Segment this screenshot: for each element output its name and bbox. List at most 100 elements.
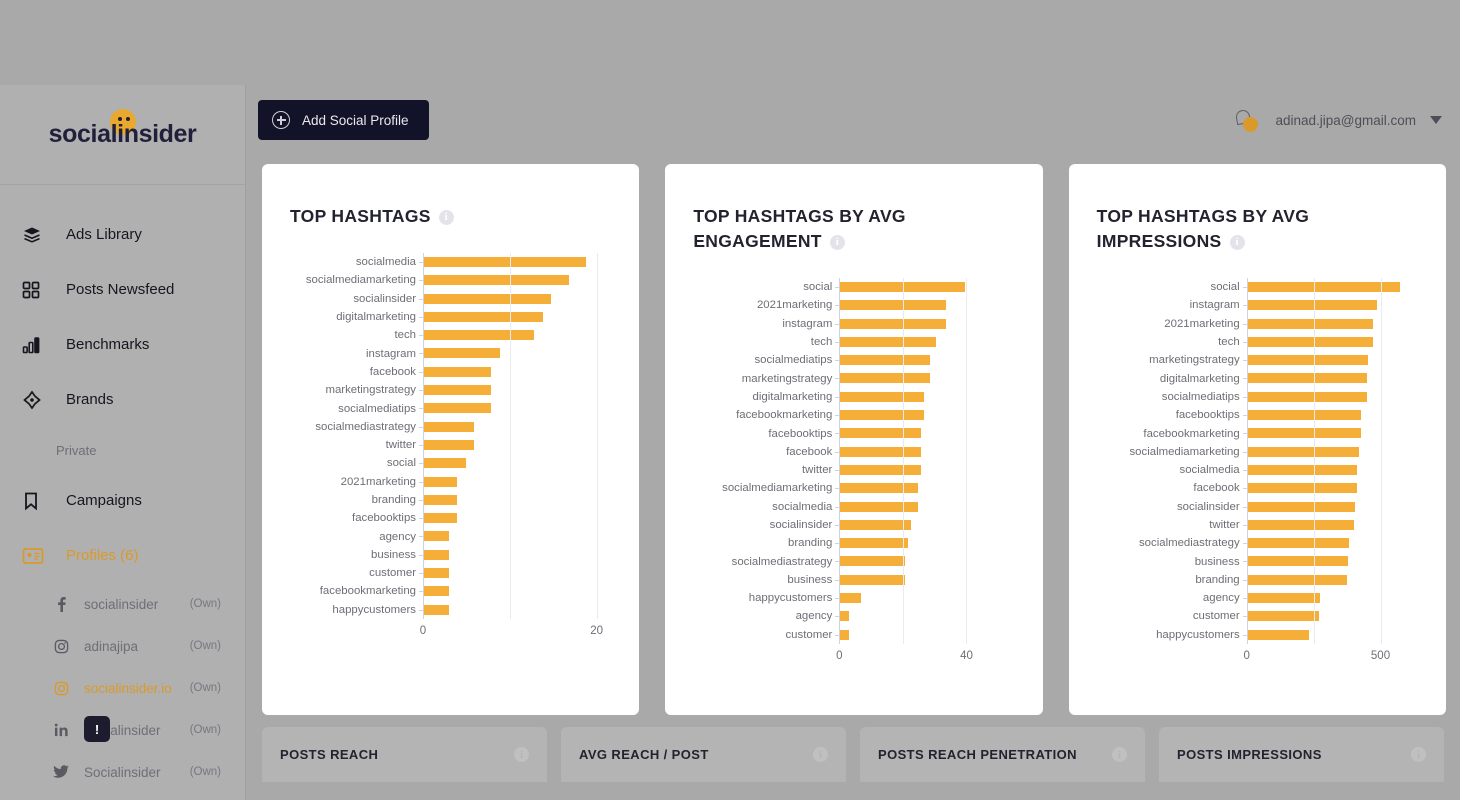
chart-bar[interactable] — [423, 257, 586, 267]
chart-bar-row[interactable]: socialinsider — [290, 290, 611, 308]
chart-bar-row[interactable]: marketingstrategy — [1097, 351, 1418, 369]
info-icon[interactable]: i — [514, 747, 529, 762]
warning-badge-icon[interactable]: ! — [84, 716, 110, 742]
chart-bar[interactable] — [423, 293, 552, 304]
chart-bar-row[interactable]: happycustomers — [1097, 626, 1418, 644]
sidebar-item-posts-newsfeed[interactable]: Posts Newsfeed — [0, 262, 245, 317]
chart-bar[interactable] — [1246, 519, 1355, 530]
chart-bar[interactable] — [423, 549, 449, 560]
chart-bar[interactable] — [1246, 611, 1320, 622]
chart-bar-row[interactable]: business — [1097, 552, 1418, 570]
chart-bar-row[interactable]: socialmediamarketing — [290, 271, 611, 289]
chart-bar-row[interactable]: social — [1097, 278, 1418, 296]
chart-bar-row[interactable]: facebookmarketing — [1097, 424, 1418, 442]
chart-bar-row[interactable]: socialmediastrategy — [290, 418, 611, 436]
chart-bar-row[interactable]: socialmediamarketing — [1097, 443, 1418, 461]
chart-bar[interactable] — [1246, 556, 1349, 567]
sidebar-item-brands[interactable]: Brands — [0, 372, 245, 427]
chart-bar[interactable] — [423, 513, 458, 524]
chart-bar-row[interactable]: agency — [1097, 589, 1418, 607]
chart-bar[interactable] — [423, 458, 466, 469]
chart-bar-row[interactable]: facebook — [1097, 479, 1418, 497]
chart-bar[interactable] — [839, 556, 906, 567]
chart-bar-row[interactable]: socialmedia — [1097, 461, 1418, 479]
chart-bar[interactable] — [839, 629, 849, 640]
profile-item-socialinsider-io-instagram[interactable]: socialinsider.io (Own) — [0, 667, 245, 709]
profile-item-socialinsider-facebook[interactable]: socialinsider (Own) — [0, 583, 245, 625]
chart-bar[interactable] — [1246, 300, 1378, 311]
chart-bar[interactable] — [1246, 464, 1358, 475]
chart-bar[interactable] — [1246, 410, 1362, 421]
chart-bar-row[interactable]: digitalmarketing — [1097, 369, 1418, 387]
chart-bar-row[interactable]: facebooktips — [1097, 406, 1418, 424]
chart-bar[interactable] — [839, 574, 906, 585]
chart-bar[interactable] — [423, 531, 449, 542]
chart-bar-row[interactable]: twitter — [1097, 516, 1418, 534]
chart-bar-row[interactable]: socialmediatips — [290, 399, 611, 417]
chart-bar-row[interactable]: socialmediatips — [1097, 388, 1418, 406]
chart-bar[interactable] — [839, 410, 924, 421]
info-icon[interactable]: i — [1411, 747, 1426, 762]
chart-bar-row[interactable]: 2021marketing — [1097, 315, 1418, 333]
chart-bar-row[interactable]: customer — [1097, 607, 1418, 625]
chart-bar[interactable] — [423, 403, 492, 414]
chart-bar[interactable] — [839, 464, 921, 475]
chart-bar-row[interactable]: facebooktips — [290, 509, 611, 527]
chart-bar-row[interactable]: branding — [1097, 571, 1418, 589]
chart-bar[interactable] — [423, 604, 449, 615]
chart-bar[interactable] — [1246, 391, 1367, 402]
chart-bar-row[interactable]: agency — [290, 527, 611, 545]
sidebar-item-profiles[interactable]: Profiles (6) — [0, 528, 245, 583]
chart-bar[interactable] — [839, 336, 937, 347]
brand-logo[interactable]: socialinsider — [0, 85, 245, 185]
chart-bar[interactable] — [423, 348, 501, 359]
chart-bar[interactable] — [839, 391, 924, 402]
sidebar-item-benchmarks[interactable]: Benchmarks — [0, 317, 245, 372]
chart-bar[interactable] — [1246, 355, 1368, 366]
sidebar-item-campaigns[interactable]: Campaigns — [0, 473, 245, 528]
chart-bar-row[interactable]: facebookmarketing — [290, 582, 611, 600]
chart-bar[interactable] — [1246, 483, 1358, 494]
chart-bar-row[interactable]: socialmedia — [290, 253, 611, 271]
chart-bar-row[interactable]: instagram — [1097, 296, 1418, 314]
chart-bar-row[interactable]: socialinsider — [1097, 498, 1418, 516]
chart-bar-row[interactable]: 2021marketing — [290, 473, 611, 491]
user-email[interactable]: adinad.jipa@gmail.com — [1275, 113, 1416, 128]
card-avg-reach-per-post[interactable]: AVG REACH / POST i — [561, 727, 846, 782]
chart-bar[interactable] — [839, 519, 912, 530]
chart-bar[interactable] — [1246, 538, 1350, 549]
chart-bar[interactable] — [423, 385, 492, 396]
card-posts-impressions[interactable]: POSTS IMPRESSIONS i — [1159, 727, 1444, 782]
chart-bar[interactable] — [1246, 282, 1400, 292]
chart-bar[interactable] — [839, 428, 921, 439]
chart-bar[interactable] — [1246, 336, 1373, 347]
chart-bar[interactable] — [1246, 574, 1347, 585]
chart-bar[interactable] — [1246, 373, 1367, 384]
notifications-bell-icon[interactable] — [1233, 107, 1259, 133]
chart-bar[interactable] — [423, 421, 475, 432]
chart-bar-row[interactable]: social — [290, 454, 611, 472]
profile-item-adinajipa-instagram[interactable]: adinajipa (Own) — [0, 625, 245, 667]
chart-bar[interactable] — [839, 483, 918, 494]
chart-bar[interactable] — [839, 355, 931, 366]
card-posts-reach[interactable]: POSTS REACH i — [262, 727, 547, 782]
chevron-down-icon[interactable] — [1430, 116, 1442, 124]
chart-bar[interactable] — [1246, 428, 1361, 439]
chart-bar[interactable] — [839, 373, 931, 384]
chart-bar-row[interactable]: socialmediastrategy — [1097, 534, 1418, 552]
chart-bar[interactable] — [423, 586, 449, 597]
chart-bar[interactable] — [423, 311, 543, 322]
chart-bar-row[interactable]: customer — [290, 564, 611, 582]
chart-bar[interactable] — [423, 494, 458, 505]
chart-bar[interactable] — [423, 330, 535, 341]
chart-bar[interactable] — [423, 366, 492, 377]
chart-bar-row[interactable]: instagram — [290, 344, 611, 362]
chart-bar-row[interactable]: tech — [290, 326, 611, 344]
info-icon[interactable]: i — [1112, 747, 1127, 762]
chart-bar[interactable] — [839, 501, 918, 512]
info-icon[interactable]: i — [829, 234, 845, 250]
chart-bar-row[interactable]: tech — [1097, 333, 1418, 351]
profile-item-socialinsider-linkedin[interactable]: ! Socialinsider (Own) — [0, 709, 245, 751]
chart-bar[interactable] — [423, 275, 569, 286]
chart-bar[interactable] — [1246, 318, 1374, 329]
